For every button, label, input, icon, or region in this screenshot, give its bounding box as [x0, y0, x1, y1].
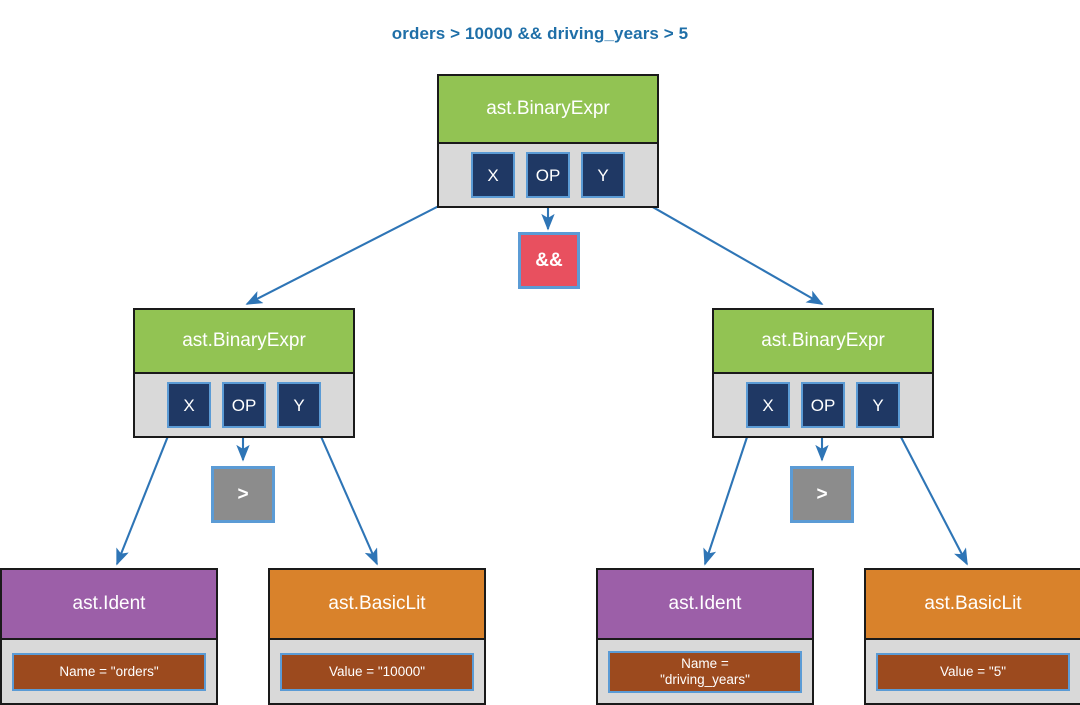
ast-diagram-canvas: orders > 10000 && driving_years > 5 ast.…	[0, 0, 1080, 705]
node-type-label: ast.BinaryExpr	[714, 310, 932, 374]
attribute-chip-value[interactable]: Value = "5"	[876, 652, 1070, 691]
node-type-label: ast.BasicLit	[270, 570, 484, 640]
node-right-basiclit[interactable]: ast.BasicLit Value = "5"	[864, 568, 1080, 705]
node-fields-row: X OP Y	[714, 374, 932, 436]
node-left-basiclit[interactable]: ast.BasicLit Value = "10000"	[268, 568, 486, 705]
field-chip-x[interactable]: X	[746, 382, 790, 428]
node-right-binary-expr[interactable]: ast.BinaryExpr X OP Y	[712, 308, 934, 438]
edge-right-x-to-ident	[703, 415, 755, 566]
operator-token-and[interactable]: &&	[518, 232, 580, 289]
node-type-label: ast.Ident	[2, 570, 216, 640]
node-left-ident[interactable]: ast.Ident Name = "orders"	[0, 568, 218, 705]
field-chip-x[interactable]: X	[471, 152, 515, 198]
node-type-label: ast.BasicLit	[866, 570, 1080, 640]
node-attribute-row: Name = "orders"	[2, 640, 216, 703]
field-chip-op[interactable]: OP	[222, 382, 266, 428]
field-chip-y[interactable]: Y	[277, 382, 321, 428]
field-chip-x[interactable]: X	[167, 382, 211, 428]
node-type-label: ast.Ident	[598, 570, 812, 640]
page-title: orders > 10000 && driving_years > 5	[391, 24, 689, 43]
operator-token-greater-than-left[interactable]: >	[211, 466, 275, 523]
node-right-ident[interactable]: ast.Ident Name = "driving_years"	[596, 568, 814, 705]
node-attribute-row: Name = "driving_years"	[598, 640, 812, 703]
attribute-chip-name[interactable]: Name = "orders"	[12, 652, 206, 691]
node-attribute-row: Value = "10000"	[270, 640, 484, 703]
node-left-binary-expr[interactable]: ast.BinaryExpr X OP Y	[133, 308, 355, 438]
node-attribute-row: Value = "5"	[866, 640, 1080, 703]
operator-token-greater-than-right[interactable]: >	[790, 466, 854, 523]
edge-left-y-to-literal	[311, 415, 378, 566]
node-type-label: ast.BinaryExpr	[135, 310, 353, 374]
field-chip-op[interactable]: OP	[526, 152, 570, 198]
node-root-binary-expr[interactable]: ast.BinaryExpr X OP Y	[437, 74, 659, 208]
field-chip-y[interactable]: Y	[581, 152, 625, 198]
attribute-chip-name[interactable]: Name = "driving_years"	[608, 650, 802, 693]
node-fields-row: X OP Y	[135, 374, 353, 436]
edge-right-y-to-literal	[889, 415, 968, 566]
field-chip-op[interactable]: OP	[801, 382, 845, 428]
field-chip-y[interactable]: Y	[856, 382, 900, 428]
attribute-chip-value[interactable]: Value = "10000"	[280, 652, 474, 691]
edge-left-x-to-ident	[116, 415, 177, 566]
node-type-label: ast.BinaryExpr	[439, 76, 657, 144]
node-fields-row: X OP Y	[439, 144, 657, 206]
